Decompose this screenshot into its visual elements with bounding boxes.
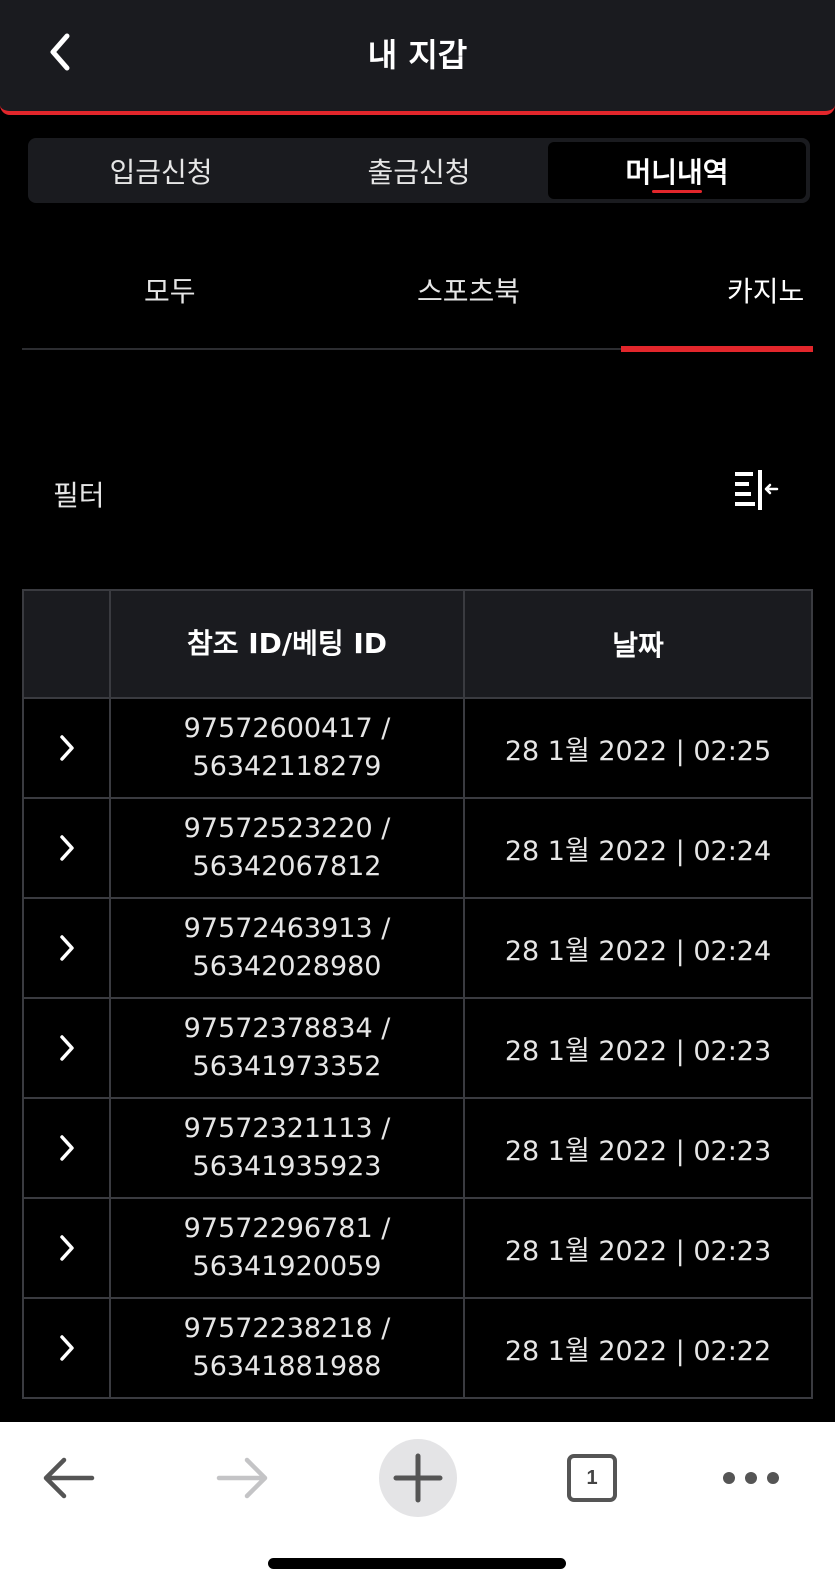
date-cell: 28 1월 2022 | 02:24 bbox=[463, 799, 811, 897]
header-date: 날짜 bbox=[463, 591, 811, 697]
money-history-table: 참조 ID/베팅 ID 날짜 97572600417 / 56342118279 2… bbox=[22, 589, 813, 1399]
bet-id: 56341920059 bbox=[192, 1251, 382, 1282]
chevron-right-icon bbox=[59, 835, 74, 861]
reference-bet-id-cell: 97572463913 / 56342028980 bbox=[109, 899, 463, 997]
header-reference-id: 참조 ID/베팅 ID bbox=[109, 591, 463, 697]
date-cell: 28 1월 2022 | 02:23 bbox=[463, 999, 811, 1097]
reference-bet-id-cell: 97572600417 / 56342118279 bbox=[109, 699, 463, 797]
segment-money-history[interactable]: 머니내역 bbox=[548, 142, 806, 199]
date-cell: 28 1월 2022 | 02:23 bbox=[463, 1099, 811, 1197]
reference-id: 97572463913 / bbox=[183, 913, 391, 944]
date-cell: 28 1월 2022 | 02:23 bbox=[463, 1199, 811, 1297]
arrow-left-icon bbox=[43, 1457, 95, 1499]
reference-bet-id-cell: 97572321113 / 56341935923 bbox=[109, 1099, 463, 1197]
more-dots-icon bbox=[723, 1472, 779, 1484]
reference-bet-id-cell: 97572296781 / 56341920059 bbox=[109, 1199, 463, 1297]
header-expand-cell bbox=[24, 591, 109, 697]
segment-deposit-request[interactable]: 입금신청 bbox=[32, 142, 290, 199]
table-row[interactable]: 97572523220 / 56342067812 28 1월 2022 | 02:… bbox=[24, 797, 811, 897]
chevron-right-icon bbox=[59, 935, 74, 961]
reference-id: 97572523220 / bbox=[183, 813, 391, 844]
bet-id: 56341935923 bbox=[192, 1151, 382, 1182]
reference-bet-id-cell: 97572378834 / 56341973352 bbox=[109, 999, 463, 1097]
sort-filter-icon bbox=[735, 470, 779, 510]
plus-icon bbox=[393, 1453, 443, 1503]
expand-row-button[interactable] bbox=[24, 899, 109, 997]
table-row[interactable]: 97572238218 / 56341881988 28 1월 2022 | 02:… bbox=[24, 1297, 811, 1397]
expand-row-button[interactable] bbox=[24, 699, 109, 797]
expand-row-button[interactable] bbox=[24, 1299, 109, 1397]
chevron-right-icon bbox=[59, 1135, 74, 1161]
bet-id: 56341973352 bbox=[192, 1051, 382, 1082]
date-cell: 28 1월 2022 | 02:24 bbox=[463, 899, 811, 997]
wallet-segment-control: 입금신청 출금신청 머니내역 bbox=[28, 138, 810, 203]
tab-count-badge: 1 bbox=[567, 1454, 617, 1502]
new-tab-button[interactable] bbox=[379, 1439, 457, 1517]
active-tab-indicator bbox=[621, 346, 813, 352]
date-cell: 28 1월 2022 | 02:25 bbox=[463, 699, 811, 797]
table-header-row: 참조 ID/베팅 ID 날짜 bbox=[24, 591, 811, 697]
reference-id: 97572238218 / bbox=[183, 1313, 391, 1344]
bet-id: 56341881988 bbox=[192, 1351, 382, 1382]
arrow-right-icon bbox=[216, 1457, 268, 1499]
reference-id: 97572600417 / bbox=[183, 713, 391, 744]
tab-casino[interactable]: 카지노 bbox=[727, 270, 804, 310]
tab-switcher-button[interactable]: 1 bbox=[565, 1440, 619, 1516]
table-row[interactable]: 97572463913 / 56342028980 28 1월 2022 | 02:… bbox=[24, 897, 811, 997]
more-options-button[interactable] bbox=[722, 1440, 780, 1516]
tab-all[interactable]: 모두 bbox=[144, 270, 196, 310]
reference-id: 97572378834 / bbox=[183, 1013, 391, 1044]
chevron-right-icon bbox=[59, 1035, 74, 1061]
page-title: 내 지갑 bbox=[367, 36, 468, 74]
reference-id: 97572296781 / bbox=[183, 1213, 391, 1244]
filter-toggle-button[interactable] bbox=[733, 470, 781, 510]
table-row[interactable]: 97572321113 / 56341935923 28 1월 2022 | 02:… bbox=[24, 1097, 811, 1197]
home-indicator bbox=[268, 1558, 566, 1569]
bet-id: 56342118279 bbox=[192, 751, 382, 782]
expand-row-button[interactable] bbox=[24, 799, 109, 897]
reference-bet-id-cell: 97572523220 / 56342067812 bbox=[109, 799, 463, 897]
segment-withdraw-request[interactable]: 출금신청 bbox=[290, 142, 548, 199]
tab-sportsbook[interactable]: 스포츠북 bbox=[417, 270, 520, 310]
browser-forward-button[interactable] bbox=[215, 1440, 271, 1516]
history-tabs: 모두 스포츠북 카지노 bbox=[22, 250, 813, 352]
date-cell: 28 1월 2022 | 02:22 bbox=[463, 1299, 811, 1397]
table-row[interactable]: 97572296781 / 56341920059 28 1월 2022 | 02:… bbox=[24, 1197, 811, 1297]
reference-id: 97572321113 / bbox=[183, 1113, 391, 1144]
bet-id: 56342028980 bbox=[192, 951, 382, 982]
table-row[interactable]: 97572378834 / 56341973352 28 1월 2022 | 02:… bbox=[24, 997, 811, 1097]
expand-row-button[interactable] bbox=[24, 1099, 109, 1197]
app-header: 내 지갑 bbox=[0, 0, 835, 115]
filter-label: 필터 bbox=[53, 479, 105, 512]
reference-bet-id-cell: 97572238218 / 56341881988 bbox=[109, 1299, 463, 1397]
chevron-right-icon bbox=[59, 735, 74, 761]
chevron-right-icon bbox=[59, 1335, 74, 1361]
bet-id: 56342067812 bbox=[192, 851, 382, 882]
expand-row-button[interactable] bbox=[24, 1199, 109, 1297]
chevron-right-icon bbox=[59, 1235, 74, 1261]
expand-row-button[interactable] bbox=[24, 999, 109, 1097]
table-row[interactable]: 97572600417 / 56342118279 28 1월 2022 | 02:… bbox=[24, 697, 811, 797]
browser-back-button[interactable] bbox=[40, 1440, 96, 1516]
